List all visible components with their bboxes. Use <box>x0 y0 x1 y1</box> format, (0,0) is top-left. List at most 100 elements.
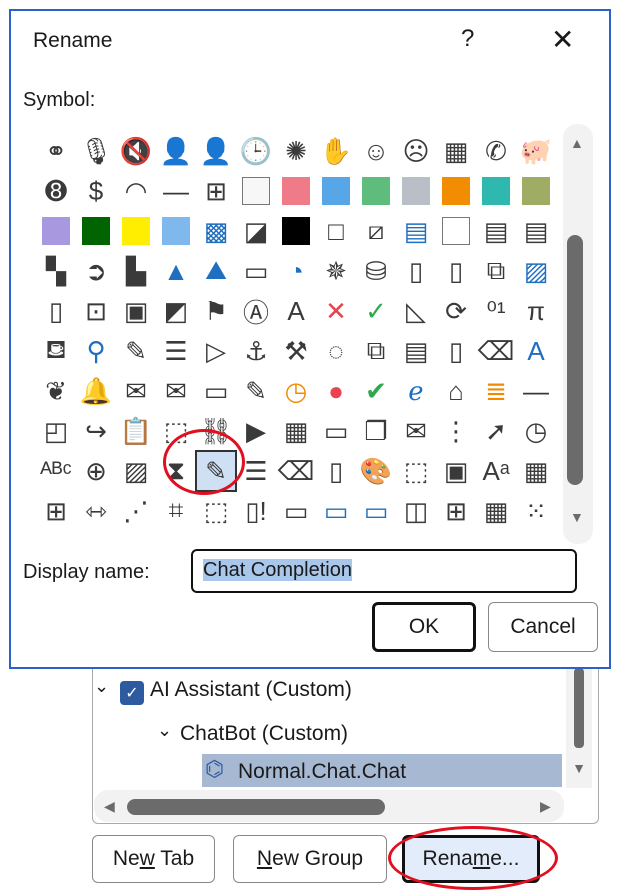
color-swatch-symbol[interactable] <box>397 172 435 210</box>
tree-item-normal-chat[interactable]: Normal.Chat.Chat <box>238 760 406 784</box>
clock-icon[interactable]: 🕒 <box>237 132 275 170</box>
book-icon[interactable]: ▯ <box>437 252 475 290</box>
scrollbar-thumb[interactable] <box>567 235 583 485</box>
clipboard-icon[interactable]: 📋 <box>117 412 155 450</box>
white-bordered-icon[interactable]: □ <box>317 212 355 250</box>
image-globe-icon[interactable]: ⊡ <box>77 292 115 330</box>
list-icon[interactable]: ☰ <box>157 332 195 370</box>
sticky-note-icon[interactable]: ◰ <box>37 412 75 450</box>
checker-icon[interactable]: ▚ <box>37 252 75 290</box>
copy-icon[interactable]: ⧉ <box>357 332 395 370</box>
binary-icon[interactable]: ⁰¹ <box>477 292 515 330</box>
green-check-icon[interactable]: ✔ <box>357 372 395 410</box>
color-swatch-symbol[interactable] <box>157 212 195 250</box>
calculator-icon[interactable]: ▦ <box>437 132 475 170</box>
bar-chart-icon[interactable]: ▙ <box>117 252 155 290</box>
sad-icon[interactable]: ☹ <box>397 132 435 170</box>
stripes-icon[interactable]: ◩ <box>157 292 195 330</box>
toolbox-icon[interactable]: ⚒ <box>277 332 315 370</box>
brush-icon[interactable]: ✎ <box>117 332 155 370</box>
superscript-icon[interactable]: Aᵃ <box>477 452 515 490</box>
hscroll-thumb[interactable] <box>127 799 385 815</box>
palette-icon[interactable]: 🎨 <box>357 452 395 490</box>
grid9-icon[interactable]: ▦ <box>477 492 515 530</box>
tree-item-chatbot[interactable]: ChatBot (Custom) <box>180 722 348 746</box>
eight-ball-icon[interactable]: ➑ <box>37 172 75 210</box>
crop-icon[interactable]: ⌗ <box>157 492 195 530</box>
mute-icon[interactable]: 🔇 <box>117 132 155 170</box>
cursor-icon[interactable]: ➚ <box>477 412 515 450</box>
landscape-icon[interactable]: ▨ <box>517 252 555 290</box>
color-swatch-symbol[interactable] <box>237 172 275 210</box>
table-green-icon[interactable]: ▦ <box>517 452 555 490</box>
eye-icon[interactable]: ◠ <box>117 172 155 210</box>
gray-stripes-icon[interactable]: ▤ <box>517 212 555 250</box>
page-icon[interactable]: ▯ <box>437 332 475 370</box>
sparkle-icon[interactable]: ✺ <box>277 132 315 170</box>
color-swatch-symbol[interactable] <box>477 172 515 210</box>
magnifier-icon[interactable]: ⚲ <box>77 332 115 370</box>
pie-icon[interactable]: ◔ <box>277 252 315 290</box>
anchor-icon[interactable]: ⚓ <box>237 332 275 370</box>
red-circle-icon[interactable]: ● <box>317 372 355 410</box>
arrow-circle-icon[interactable]: ➲ <box>77 252 115 290</box>
letter-a-gray-icon[interactable]: A <box>277 292 315 330</box>
x-mark-icon[interactable]: ✕ <box>317 292 355 330</box>
calendar-clock-icon[interactable]: ◷ <box>517 412 555 450</box>
mouse-icon[interactable]: ▯ <box>317 452 355 490</box>
four-squares-icon[interactable]: ⊞ <box>197 172 235 210</box>
grid4-icon[interactable]: ⊞ <box>437 492 475 530</box>
chevron-down-icon[interactable]: ⌄ <box>94 676 109 697</box>
rects-icon[interactable]: ▭ <box>237 252 275 290</box>
tree-item-ai-assistant[interactable]: AI Assistant (Custom) <box>150 678 352 702</box>
smile-icon[interactable]: ☺ <box>357 132 395 170</box>
checkbox-ai-assistant[interactable]: ✓ <box>120 681 144 705</box>
page-arrow-icon[interactable]: ↪ <box>77 412 115 450</box>
window-icon[interactable]: ▭ <box>317 412 355 450</box>
color-swatch-symbol[interactable] <box>517 172 555 210</box>
flags-icon[interactable]: ⚑ <box>197 292 235 330</box>
color-swatch-symbol[interactable] <box>437 172 475 210</box>
certificate-icon[interactable]: ✉ <box>397 412 435 450</box>
cancel-button[interactable]: Cancel <box>488 602 598 652</box>
connector-icon[interactable]: ⋰ <box>117 492 155 530</box>
panel-icon[interactable]: ◫ <box>397 492 435 530</box>
check-icon[interactable]: ✓ <box>357 292 395 330</box>
phone-icon[interactable]: ✆ <box>477 132 515 170</box>
piggy-bank-icon[interactable]: 🐖 <box>517 132 555 170</box>
film-icon[interactable]: ▣ <box>117 292 155 330</box>
scroll-right-icon[interactable]: ▶ <box>540 798 551 815</box>
color-swatch-symbol[interactable] <box>357 172 395 210</box>
scroll-down-icon[interactable]: ▼ <box>570 509 584 525</box>
bell-icon[interactable]: 🔔 <box>77 372 115 410</box>
frame-icon[interactable]: ▭ <box>277 492 315 530</box>
letter-a-blue-icon[interactable]: A <box>517 332 555 370</box>
color-swatch-symbol[interactable] <box>437 212 475 250</box>
color-swatch-symbol[interactable] <box>317 172 355 210</box>
color-swatch-symbol[interactable] <box>117 212 155 250</box>
microphone-icon[interactable]: 🎙 <box>77 132 115 170</box>
color-swatch-symbol[interactable] <box>77 212 115 250</box>
color-swatch-symbol[interactable] <box>37 212 75 250</box>
tree-vscroll[interactable]: ▼ <box>566 668 592 788</box>
eraser-icon[interactable]: ⌫ <box>477 332 515 370</box>
new-tab-button[interactable]: Ne w Tab <box>92 835 215 883</box>
frame-blue-icon[interactable]: ▭ <box>357 492 395 530</box>
contrast-icon[interactable]: ◪ <box>237 212 275 250</box>
note-list-icon[interactable]: ▤ <box>397 332 435 370</box>
help-button[interactable]: ? <box>461 25 474 53</box>
color-swatch-symbol[interactable] <box>277 172 315 210</box>
mountains-icon[interactable]: ⛰ <box>197 252 235 290</box>
notebook-icon[interactable]: ▯ <box>397 252 435 290</box>
envelope-open-icon[interactable]: ✉ <box>117 372 155 410</box>
dash-icon[interactable]: — <box>157 172 195 210</box>
radar-icon[interactable]: ✵ <box>317 252 355 290</box>
display-name-input[interactable]: Chat Completion <box>191 549 577 593</box>
stack-orange-icon[interactable]: ≣ <box>477 372 515 410</box>
distribute-icon[interactable]: ⇿ <box>77 492 115 530</box>
chevron-down-icon[interactable]: ⌄ <box>157 720 172 741</box>
diagonal-icon[interactable]: ⧄ <box>357 212 395 250</box>
pi-icon[interactable]: π <box>517 292 555 330</box>
select-icon[interactable]: ⬚ <box>197 492 235 530</box>
scroll-up-icon[interactable]: ▲ <box>570 135 584 151</box>
